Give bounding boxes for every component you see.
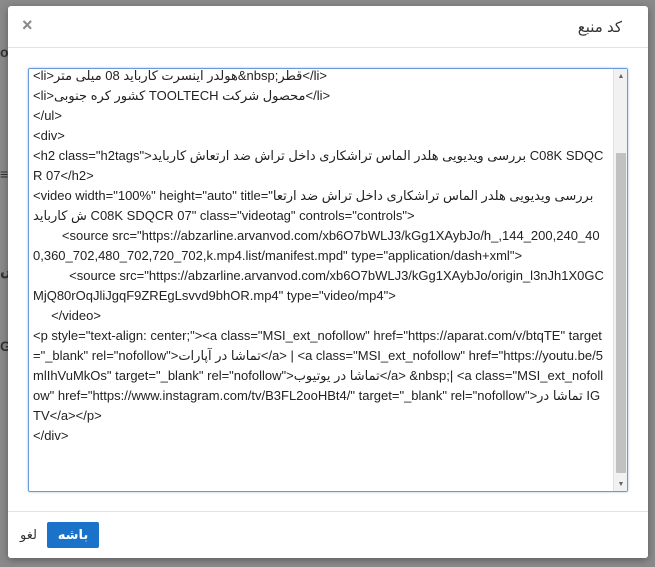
code-line: <li>هولدر اینسرت کارباید 08 میلی متر&nbs… bbox=[33, 69, 327, 83]
code-line: <source src="https://abzarline.arvanvod.… bbox=[33, 228, 600, 263]
code-line: </div> bbox=[33, 428, 69, 443]
code-line: <h2 class="h2tags">بررسی ویدیویی هلدر ال… bbox=[33, 148, 604, 183]
close-icon[interactable]: × bbox=[22, 15, 36, 35]
dialog-footer: لغو باشه bbox=[8, 511, 648, 558]
code-line: </ul> bbox=[33, 108, 62, 123]
dialog-title: کد منبع bbox=[577, 19, 622, 36]
scroll-down-arrow-icon[interactable]: ▼ bbox=[614, 477, 628, 491]
ok-button[interactable]: باشه bbox=[47, 522, 99, 548]
dialog-header: کد منبع × bbox=[8, 6, 648, 48]
background-fragment: o bbox=[0, 44, 8, 60]
background-fragment: ≡ bbox=[0, 166, 8, 182]
code-line: <li>کشور کره جنوبی TOOLTECH محصول شرکت</… bbox=[33, 88, 331, 103]
code-line: </video> bbox=[33, 308, 101, 323]
code-line: <div> bbox=[33, 128, 65, 143]
source-code-textarea[interactable]: <li>هولدر اینسرت کارباید 08 میلی متر&nbs… bbox=[29, 69, 613, 491]
code-line: <p style="text-align: center;"><a class=… bbox=[33, 328, 604, 423]
scrollbar-thumb[interactable] bbox=[616, 153, 626, 473]
code-line: <video width="100%" height="auto" title=… bbox=[33, 188, 594, 223]
cancel-button[interactable]: لغو bbox=[20, 527, 37, 543]
scroll-up-arrow-icon[interactable]: ▲ bbox=[614, 69, 628, 83]
background-fragment: G bbox=[0, 338, 8, 354]
background-fragment: ش bbox=[0, 262, 8, 279]
editor-scrollbar[interactable]: ▲ ▼ bbox=[613, 69, 627, 491]
source-code-dialog: کد منبع × <li>هولدر اینسرت کارباید 08 می… bbox=[8, 6, 648, 558]
code-line: <source src="https://abzarline.arvanvod.… bbox=[33, 268, 604, 303]
source-code-editor[interactable]: <li>هولدر اینسرت کارباید 08 میلی متر&nbs… bbox=[28, 68, 628, 492]
